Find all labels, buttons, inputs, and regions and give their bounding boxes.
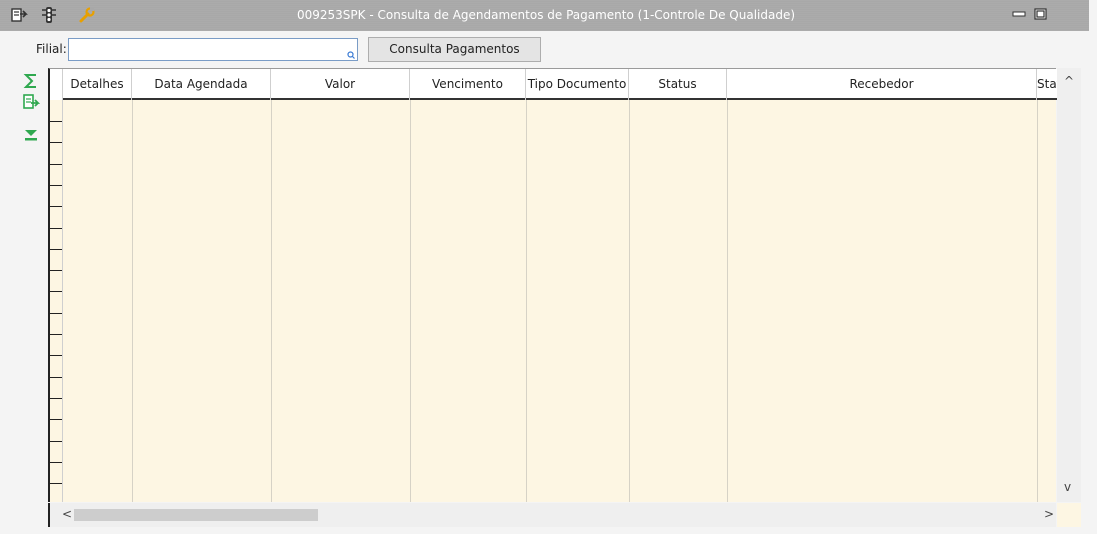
lookup-icon[interactable] — [347, 51, 355, 59]
column-divider — [727, 100, 728, 502]
column-divider — [271, 100, 272, 502]
column-header-recebedor[interactable]: Recebedor — [727, 69, 1037, 100]
row-marker — [50, 441, 62, 442]
row-marker — [50, 185, 62, 186]
column-header-data-agendada[interactable]: Data Agendada — [132, 69, 271, 100]
scroll-corner — [1057, 503, 1081, 527]
payments-grid[interactable]: Detalhes Data Agendada Valor Vencimento … — [48, 68, 1058, 502]
row-marker — [50, 313, 62, 314]
row-marker — [50, 334, 62, 335]
row-marker — [50, 249, 62, 250]
filial-input[interactable] — [68, 38, 358, 61]
row-marker — [50, 355, 62, 356]
row-selector-column[interactable] — [50, 69, 63, 502]
export-green-icon[interactable] — [22, 93, 40, 111]
column-header-status[interactable]: Status — [629, 69, 727, 100]
row-marker — [50, 228, 62, 229]
row-marker — [50, 291, 62, 292]
column-header-valor[interactable]: Valor — [271, 69, 410, 100]
row-marker — [50, 419, 62, 420]
column-header-vencimento[interactable]: Vencimento — [410, 69, 526, 100]
row-marker — [50, 270, 62, 271]
column-header-tipo-documento[interactable]: Tipo Documento — [526, 69, 629, 100]
column-divider — [410, 100, 411, 502]
scroll-right-arrow[interactable]: > — [1044, 507, 1054, 521]
filial-label: Filial: — [36, 42, 67, 56]
horizontal-scroll-thumb[interactable] — [74, 509, 318, 521]
row-marker — [50, 142, 62, 143]
header-corner — [50, 69, 63, 100]
column-divider — [132, 100, 133, 502]
row-marker — [50, 206, 62, 207]
row-marker — [50, 462, 62, 463]
column-header-detalhes[interactable]: Detalhes — [63, 69, 132, 100]
grid-header: Detalhes Data Agendada Valor Vencimento … — [50, 69, 1058, 100]
row-marker — [50, 398, 62, 399]
minimize-icon[interactable] — [1012, 8, 1026, 20]
horizontal-scrollbar[interactable]: < > — [48, 503, 1056, 527]
scroll-down-arrow[interactable]: v — [1064, 480, 1071, 494]
row-marker — [50, 164, 62, 165]
traffic-light-icon[interactable] — [40, 6, 58, 24]
window-title: 009253SPK - Consulta de Agendamentos de … — [297, 8, 796, 22]
column-divider — [526, 100, 527, 502]
title-bar: 009253SPK - Consulta de Agendamentos de … — [0, 0, 1089, 31]
column-divider — [629, 100, 630, 502]
consulta-pagamentos-button[interactable]: Consulta Pagamentos — [368, 37, 541, 62]
wrench-icon[interactable] — [78, 6, 96, 24]
row-marker — [50, 483, 62, 484]
download-icon[interactable] — [22, 126, 40, 144]
vertical-scrollbar[interactable]: ^ v — [1057, 68, 1081, 502]
sum-icon[interactable] — [22, 72, 40, 90]
restore-icon[interactable] — [1034, 8, 1048, 20]
row-marker — [50, 121, 62, 122]
scroll-left-arrow[interactable]: < — [62, 507, 72, 521]
column-header-stat[interactable]: Stat — [1037, 69, 1058, 100]
column-divider — [1037, 100, 1038, 502]
export-icon[interactable] — [10, 6, 28, 24]
row-marker — [50, 377, 62, 378]
scroll-up-arrow[interactable]: ^ — [1064, 74, 1074, 88]
